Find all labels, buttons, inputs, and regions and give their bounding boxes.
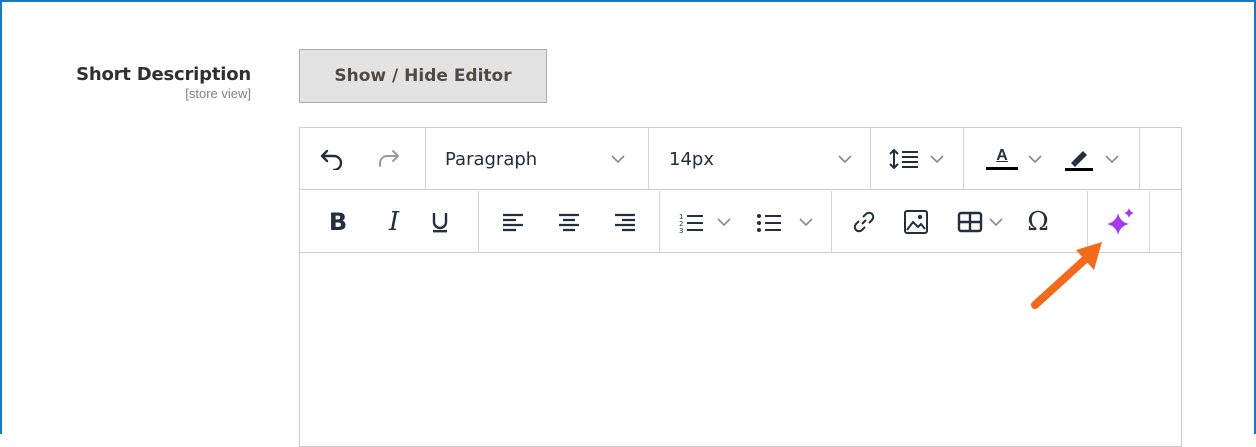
field-label: Short Description [store view]: [76, 64, 251, 101]
bullet-list-icon[interactable]: [752, 191, 786, 253]
table-icon[interactable]: [954, 191, 986, 253]
field-label-title: Short Description: [76, 64, 251, 85]
chevron-down-icon: [925, 128, 949, 190]
align-right-icon[interactable]: [607, 191, 643, 253]
redo-icon[interactable]: [370, 128, 406, 190]
text-color-letter: A: [996, 147, 1008, 164]
color-group: A: [964, 128, 1140, 190]
chevron-down-icon[interactable]: [986, 191, 1006, 253]
numbered-list-icon[interactable]: 123: [674, 191, 708, 253]
align-left-icon[interactable]: [495, 191, 531, 253]
bold-button[interactable]: B: [320, 191, 356, 253]
highlight-color-icon[interactable]: [1059, 128, 1099, 190]
font-size-value: 14px: [669, 148, 714, 170]
text-color-swatch: [986, 167, 1018, 170]
chevron-down-icon[interactable]: [712, 191, 736, 253]
svg-text:3: 3: [679, 227, 683, 233]
line-height-icon: [887, 128, 921, 190]
align-center-icon[interactable]: [551, 191, 587, 253]
chevron-down-icon[interactable]: [1023, 128, 1047, 190]
text-color-button[interactable]: A: [982, 128, 1022, 190]
chevron-down-icon[interactable]: [794, 191, 818, 253]
chevron-down-icon: [833, 128, 857, 190]
link-icon[interactable]: [846, 191, 882, 253]
alignment-group: [479, 191, 660, 253]
line-height-group[interactable]: [871, 128, 964, 190]
block-format-select[interactable]: Paragraph: [426, 128, 649, 190]
list-group: 123: [660, 191, 832, 253]
toolbar-row-1: Paragraph 14px A: [300, 128, 1181, 190]
chevron-down-icon[interactable]: [1100, 128, 1124, 190]
font-size-select[interactable]: 14px: [649, 128, 871, 190]
chevron-down-icon: [606, 128, 630, 190]
undo-icon[interactable]: [314, 128, 350, 190]
italic-button[interactable]: I: [376, 191, 412, 253]
field-scope: [store view]: [185, 86, 251, 101]
show-hide-editor-button[interactable]: Show / Hide Editor: [299, 49, 547, 103]
annotation-arrow-icon: [1031, 242, 1102, 309]
history-group: [300, 128, 426, 190]
underline-icon[interactable]: [422, 191, 458, 253]
block-format-value: Paragraph: [445, 148, 538, 170]
text-style-group: B I: [300, 191, 479, 253]
image-icon[interactable]: [898, 191, 934, 253]
